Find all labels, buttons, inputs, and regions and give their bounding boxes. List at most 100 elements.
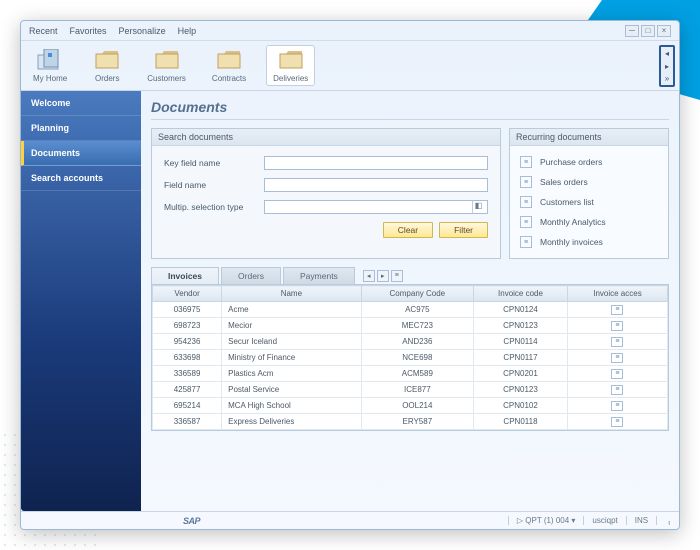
toolbar-deliveries[interactable]: Deliveries	[266, 45, 315, 86]
cell-company-code: ERY587	[361, 414, 473, 430]
cell-access: ≡	[567, 302, 667, 318]
detail-icon[interactable]: ≡	[611, 353, 623, 363]
recurring-label: Sales orders	[540, 177, 588, 187]
page-title: Documents	[151, 97, 669, 120]
column-header[interactable]: Invoice code	[474, 286, 568, 302]
recurring-item[interactable]: ≡Customers list	[518, 192, 660, 212]
scroll-more-icon[interactable]: »	[661, 72, 673, 85]
cell-vendor: 695214	[153, 398, 222, 414]
scroll-right-icon[interactable]: ▸	[661, 60, 673, 73]
search-panel: Search documents Key field name Field na…	[151, 128, 501, 259]
value-help-icon[interactable]: ◧	[472, 201, 484, 213]
toolbar-customers[interactable]: Customers	[141, 46, 192, 85]
table-row[interactable]: 425877Postal ServiceICE877CPN0123≡	[153, 382, 668, 398]
detail-icon[interactable]: ≡	[611, 305, 623, 315]
cell-name: Postal Service	[222, 382, 362, 398]
cell-vendor: 336589	[153, 366, 222, 382]
tab-list-icon[interactable]: ≡	[391, 270, 403, 282]
tab-invoices[interactable]: Invoices	[151, 267, 219, 284]
sidebar-item-welcome[interactable]: Welcome	[21, 91, 141, 116]
toolbar-label: My Home	[33, 74, 67, 83]
clear-button[interactable]: Clear	[383, 222, 433, 238]
tab-payments[interactable]: Payments	[283, 267, 355, 284]
column-header[interactable]: Company Code	[361, 286, 473, 302]
recurring-item[interactable]: ≡Monthly Analytics	[518, 212, 660, 232]
table-row[interactable]: 336589Plastics AcmACM589CPN0201≡	[153, 366, 668, 382]
detail-icon[interactable]: ≡	[611, 417, 623, 427]
table-row[interactable]: 036975AcmeAC975CPN0124≡	[153, 302, 668, 318]
column-header[interactable]: Invoice acces	[567, 286, 667, 302]
cell-access: ≡	[567, 382, 667, 398]
toolbar-contracts[interactable]: Contracts	[206, 46, 252, 85]
detail-icon[interactable]: ≡	[611, 369, 623, 379]
filter-button[interactable]: Filter	[439, 222, 488, 238]
menu-personalize[interactable]: Personalize	[119, 26, 166, 36]
detail-icon[interactable]: ≡	[611, 321, 623, 331]
search-panel-header: Search documents	[152, 129, 500, 146]
sidebar: Welcome Planning Documents Search accoun…	[21, 91, 141, 511]
cell-name: Acme	[222, 302, 362, 318]
status-user: usciqpt	[583, 516, 617, 525]
column-header[interactable]: Name	[222, 286, 362, 302]
field-name-label: Field name	[164, 180, 264, 190]
cell-company-code: NCE698	[361, 350, 473, 366]
recurring-item[interactable]: ≡Sales orders	[518, 172, 660, 192]
toolbar-label: Customers	[147, 74, 186, 83]
table-row[interactable]: 698723MeciorMEC723CPN0123≡	[153, 318, 668, 334]
tab-first-icon[interactable]: ◂	[363, 270, 375, 282]
table-row[interactable]: 954236Secur IcelandAND236CPN0114≡	[153, 334, 668, 350]
table-row[interactable]: 633698Ministry of FinanceNCE698CPN0117≡	[153, 350, 668, 366]
cell-vendor: 425877	[153, 382, 222, 398]
sidebar-item-planning[interactable]: Planning	[21, 116, 141, 141]
table-row[interactable]: 336587Express DeliveriesERY587CPN0118≡	[153, 414, 668, 430]
close-button[interactable]: ×	[657, 25, 671, 37]
cell-access: ≡	[567, 414, 667, 430]
detail-icon[interactable]: ≡	[611, 385, 623, 395]
sidebar-item-documents[interactable]: Documents	[21, 141, 141, 166]
cell-access: ≡	[567, 334, 667, 350]
recurring-item[interactable]: ≡ Monthly invoices	[518, 232, 660, 252]
recurring-label: Purchase orders	[540, 157, 602, 167]
minimize-button[interactable]: ─	[625, 25, 639, 37]
menu-recent[interactable]: Recent	[29, 26, 58, 36]
cell-access: ≡	[567, 366, 667, 382]
cell-company-code: AND236	[361, 334, 473, 350]
cell-access: ≡	[567, 350, 667, 366]
toolbar-label: Deliveries	[273, 74, 308, 83]
detail-icon[interactable]: ≡	[611, 337, 623, 347]
tab-orders[interactable]: Orders	[221, 267, 281, 284]
folder-icon	[153, 48, 181, 72]
toolbar-orders[interactable]: Orders	[87, 46, 127, 85]
cell-invoice-code: CPN0102	[474, 398, 568, 414]
multip-input[interactable]: ◧	[264, 200, 488, 214]
detail-icon[interactable]: ≡	[611, 401, 623, 411]
tab-last-icon[interactable]: ▸	[377, 270, 389, 282]
cell-name: MCA High School	[222, 398, 362, 414]
maximize-button[interactable]: □	[641, 25, 655, 37]
list-icon: ≡	[520, 236, 532, 248]
menu-help[interactable]: Help	[178, 26, 197, 36]
column-header[interactable]: Vendor	[153, 286, 222, 302]
cell-invoice-code: CPN0124	[474, 302, 568, 318]
table-row[interactable]: 695214MCA High SchoolOOL214CPN0102≡	[153, 398, 668, 414]
cell-name: Plastics Acm	[222, 366, 362, 382]
field-name-input[interactable]	[264, 178, 488, 192]
toolbar-scroller: ◂ ▸ »	[659, 45, 675, 87]
recurring-label: Monthly invoices	[540, 237, 603, 247]
menu-favorites[interactable]: Favorites	[70, 26, 107, 36]
cell-access: ≡	[567, 318, 667, 334]
status-mode: INS	[626, 516, 648, 525]
recurring-item[interactable]: ≡Purchase orders	[518, 152, 660, 172]
sidebar-item-search-accounts[interactable]: Search accounts	[21, 166, 141, 191]
list-icon: ≡	[520, 216, 532, 228]
scroll-left-icon[interactable]: ◂	[661, 47, 673, 60]
status-session: ▷ QPT (1) 004 ▾	[508, 516, 576, 525]
status-resize-icon[interactable]: ⢠	[656, 516, 671, 525]
main-content: Documents Search documents Key field nam…	[141, 91, 679, 511]
key-field-input[interactable]	[264, 156, 488, 170]
statusbar: SAP ▷ QPT (1) 004 ▾ usciqpt INS ⢠	[21, 511, 679, 529]
folder-icon	[215, 48, 243, 72]
toolbar-my-home[interactable]: My Home	[27, 46, 73, 85]
cell-invoice-code: CPN0123	[474, 382, 568, 398]
cell-company-code: MEC723	[361, 318, 473, 334]
